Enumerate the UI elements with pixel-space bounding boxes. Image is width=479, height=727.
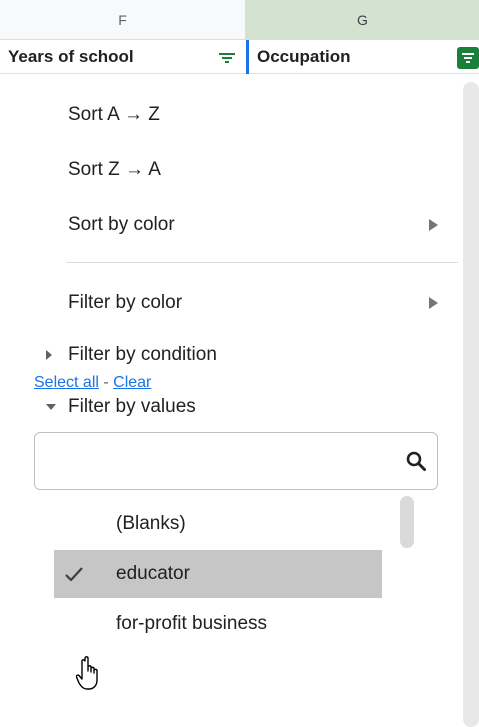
menu-filter-by-condition[interactable]: Filter by condition xyxy=(0,330,460,380)
value-item-label: for-profit business xyxy=(116,613,268,634)
column-f-header[interactable]: F xyxy=(0,0,246,40)
values-search-field[interactable] xyxy=(34,432,438,490)
menu-sort-az-label: Sort A → Z xyxy=(68,104,160,125)
menu-filter-by-values-label: Filter by values xyxy=(68,396,196,417)
link-separator: - xyxy=(98,374,114,391)
column-header-row: F G xyxy=(0,0,479,40)
cell-occupation[interactable]: Occupation xyxy=(246,40,479,74)
value-item-for-profit-business[interactable]: for-profit business xyxy=(54,600,382,648)
value-item-label: (Blanks) xyxy=(116,513,186,534)
menu-sort-za[interactable]: Sort Z → A xyxy=(0,145,460,195)
cell-years-of-school[interactable]: Years of school xyxy=(0,40,246,74)
menu-sort-az[interactable]: Sort A → Z xyxy=(0,90,460,140)
value-item-label: educator xyxy=(116,563,190,584)
values-list-scrollbar[interactable] xyxy=(400,496,414,548)
select-links: Select all - Clear xyxy=(34,374,151,392)
menu-divider xyxy=(66,262,458,263)
header-row: Years of school Occupation xyxy=(0,40,479,74)
menu-filter-by-condition-label: Filter by condition xyxy=(68,344,217,365)
values-search-input[interactable] xyxy=(47,447,387,475)
menu-sort-by-color-label: Sort by color xyxy=(68,214,175,235)
filter-icon[interactable] xyxy=(216,51,238,65)
expand-down-icon xyxy=(46,404,56,410)
clear-link[interactable]: Clear xyxy=(113,374,151,391)
menu-filter-by-color[interactable]: Filter by color xyxy=(0,278,460,328)
select-all-link[interactable]: Select all xyxy=(34,374,99,391)
column-g-header[interactable]: G xyxy=(246,0,479,40)
menu-scrollbar[interactable] xyxy=(463,82,479,727)
hand-cursor-icon xyxy=(76,656,98,690)
value-item-educator[interactable]: educator xyxy=(54,550,382,598)
active-filter-button[interactable] xyxy=(457,47,479,69)
submenu-arrow-icon xyxy=(429,297,438,309)
expand-right-icon xyxy=(46,350,52,360)
check-icon xyxy=(65,567,83,582)
search-icon[interactable] xyxy=(405,450,427,472)
menu-filter-by-color-label: Filter by color xyxy=(68,292,183,313)
menu-sort-by-color[interactable]: Sort by color xyxy=(0,200,460,250)
value-item-blanks[interactable]: (Blanks) xyxy=(54,500,382,548)
menu-sort-za-label: Sort Z → A xyxy=(68,159,161,180)
submenu-arrow-icon xyxy=(429,219,438,231)
